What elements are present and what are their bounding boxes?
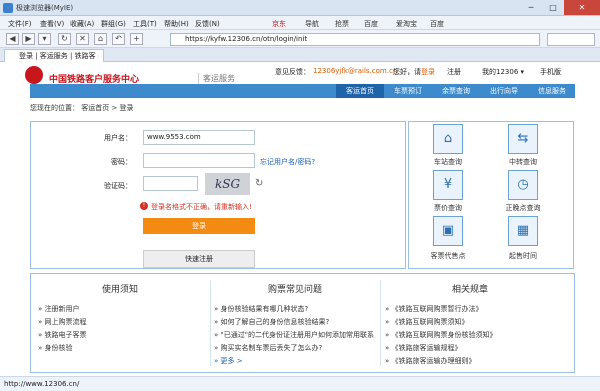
station-icon[interactable]: ⌂ bbox=[433, 124, 463, 154]
forgot-password-link[interactable]: 忘记用户名/密码? bbox=[260, 157, 315, 167]
calendar-icon[interactable]: ▦ bbox=[508, 216, 538, 246]
refresh-icon[interactable]: ↻ bbox=[58, 33, 71, 45]
quick-label-delay[interactable]: 正晚点查询 bbox=[498, 203, 548, 213]
quick-label-transfer[interactable]: 中转查询 bbox=[498, 157, 548, 167]
add-icon[interactable]: + bbox=[130, 33, 143, 45]
my12306-menu[interactable]: 我的12306 ▾ bbox=[482, 67, 524, 77]
quick-register-button[interactable]: 快速注册 bbox=[143, 250, 255, 268]
password-label: 密码： bbox=[111, 158, 132, 166]
menu-favorites[interactable]: 收藏(A) bbox=[70, 19, 94, 29]
header-register-link[interactable]: 注册 bbox=[447, 67, 461, 77]
status-url: http://www.12306.cn/ bbox=[4, 380, 80, 388]
undo-icon[interactable]: ↶ bbox=[112, 33, 125, 45]
railway-logo-icon bbox=[25, 66, 43, 84]
url-input[interactable]: https://kyfw.12306.cn/otn/login/init bbox=[170, 33, 540, 46]
list-item[interactable]: » 身份核验 bbox=[38, 343, 73, 353]
column-title-faq: 购票常见问题 bbox=[267, 285, 322, 295]
dropdown-icon[interactable]: ▾ bbox=[38, 33, 51, 45]
nav-home[interactable]: 客运首页 bbox=[336, 84, 384, 98]
home-icon[interactable]: ⌂ bbox=[94, 33, 107, 45]
column-title-rules: 相关规章 bbox=[451, 285, 488, 295]
login-button[interactable]: 登录 bbox=[143, 218, 255, 234]
tab-bar: 登录 | 客运服务 | 铁路客 bbox=[0, 48, 600, 62]
list-item[interactable]: » "已通过"的二代身份证注册用户如何添加常用联系人? bbox=[214, 330, 374, 340]
list-item[interactable]: » 购买实名制车票后丢失了怎么办? bbox=[214, 343, 322, 353]
menu-view[interactable]: 查看(V) bbox=[40, 19, 64, 29]
bookmark-nav[interactable]: 导航 bbox=[305, 19, 319, 29]
captcha-input[interactable] bbox=[143, 176, 198, 191]
list-item[interactable]: » 《铁路互联网购票须知》 bbox=[385, 317, 469, 327]
menu-help[interactable]: 帮助(H) bbox=[164, 19, 189, 29]
password-input[interactable] bbox=[143, 153, 255, 168]
list-item[interactable]: » 如何了解自己的身份信息核验结果? bbox=[214, 317, 329, 327]
menu-feedback[interactable]: 反馈(N) bbox=[195, 19, 220, 29]
back-icon[interactable]: ◀ bbox=[6, 33, 19, 45]
column-title-notice: 使用须知 bbox=[101, 285, 138, 295]
list-item[interactable]: » 网上购票流程 bbox=[38, 317, 87, 327]
header-login-link[interactable]: 登录 bbox=[421, 67, 435, 77]
list-item[interactable]: » 《铁路互联网购票暂行办法》 bbox=[385, 304, 483, 314]
list-item[interactable]: » 《铁路旅客运输规程》 bbox=[385, 343, 462, 353]
mobile-link[interactable]: 手机版 bbox=[540, 67, 561, 77]
transfer-icon[interactable]: ⇆ bbox=[508, 124, 538, 154]
error-message: 登录名格式不正确，请重新输入! bbox=[151, 203, 252, 211]
list-item[interactable]: » 铁路电子客票 bbox=[38, 330, 87, 340]
bookmark-ticket[interactable]: 抢票 bbox=[335, 19, 349, 29]
captcha-label: 验证码： bbox=[104, 182, 132, 190]
feedback-email[interactable]: 12306yjfk@rails.com.cn bbox=[313, 67, 397, 75]
bookmark-jd[interactable]: 京东 bbox=[272, 19, 286, 29]
list-item[interactable]: » 注册新用户 bbox=[38, 304, 80, 314]
nav-info[interactable]: 信息服务 bbox=[528, 84, 576, 98]
list-item[interactable]: » 《铁路互联网购票身份核验须知》 bbox=[385, 330, 497, 340]
maximize-button[interactable]: □ bbox=[542, 0, 564, 15]
menu-tools[interactable]: 工具(T) bbox=[133, 19, 157, 29]
greeting: 您好，请 bbox=[393, 68, 421, 76]
quick-label-fare[interactable]: 票价查询 bbox=[423, 203, 473, 213]
brand-subtitle: 客运服务 bbox=[198, 73, 235, 84]
feedback-label: 意见反馈： bbox=[275, 68, 310, 76]
agency-icon[interactable]: ▣ bbox=[433, 216, 463, 246]
nav-remaining[interactable]: 余票查询 bbox=[432, 84, 480, 98]
divider bbox=[380, 280, 381, 366]
status-bar: http://www.12306.cn/ bbox=[0, 376, 600, 391]
username-label: 用户名： bbox=[104, 134, 132, 142]
tab-login[interactable]: 登录 | 客运服务 | 铁路客 bbox=[4, 49, 104, 62]
breadcrumb: 您现在的位置： 客运首页 > 登录 bbox=[30, 104, 134, 112]
list-item[interactable]: » 身份核验结果有哪几种状态? bbox=[214, 304, 308, 314]
menu-groups[interactable]: 群组(G) bbox=[101, 19, 126, 29]
username-input[interactable]: www.9553.com bbox=[143, 130, 255, 145]
quick-label-sale-time[interactable]: 起售时间 bbox=[498, 251, 548, 261]
close-button[interactable]: ✕ bbox=[564, 0, 600, 15]
nav-booking[interactable]: 车票预订 bbox=[384, 84, 432, 98]
fare-icon[interactable]: ¥ bbox=[433, 170, 463, 200]
quick-label-agency[interactable]: 客票代售点 bbox=[423, 251, 473, 261]
list-item[interactable]: » 《铁路旅客运输办理细则》 bbox=[385, 356, 476, 366]
error-icon: ! bbox=[140, 202, 148, 210]
window-title: 极速浏览器(MyIE) bbox=[16, 4, 74, 12]
browser-logo-icon bbox=[3, 3, 13, 13]
nav-guide[interactable]: 出行向导 bbox=[480, 84, 528, 98]
title-bar: 极速浏览器(MyIE) ─ □ ✕ bbox=[0, 0, 600, 16]
captcha-image[interactable]: kSG bbox=[205, 173, 250, 195]
address-toolbar: ◀ ▶ ▾ ↻ ✕ ⌂ ↶ + https://kyfw.12306.cn/ot… bbox=[0, 30, 600, 48]
refresh-captcha-icon[interactable]: ↻ bbox=[255, 178, 263, 189]
bookmark-aitaobao[interactable]: 爱淘宝 bbox=[396, 19, 417, 29]
forward-icon[interactable]: ▶ bbox=[22, 33, 35, 45]
bookmark-baidu-2[interactable]: 百度 bbox=[430, 19, 444, 29]
search-input[interactable] bbox=[547, 33, 595, 46]
bookmark-baidu[interactable]: 百度 bbox=[364, 19, 378, 29]
minimize-button[interactable]: ─ bbox=[520, 0, 542, 15]
quick-label-station[interactable]: 车站查询 bbox=[423, 157, 473, 167]
menu-bar: 文件(F) 查看(V) 收藏(A) 群组(G) 工具(T) 帮助(H) 反馈(N… bbox=[0, 16, 600, 30]
more-link[interactable]: » 更多 > bbox=[214, 356, 243, 366]
stop-icon[interactable]: ✕ bbox=[76, 33, 89, 45]
clock-icon[interactable]: ◷ bbox=[508, 170, 538, 200]
menu-file[interactable]: 文件(F) bbox=[8, 19, 32, 29]
